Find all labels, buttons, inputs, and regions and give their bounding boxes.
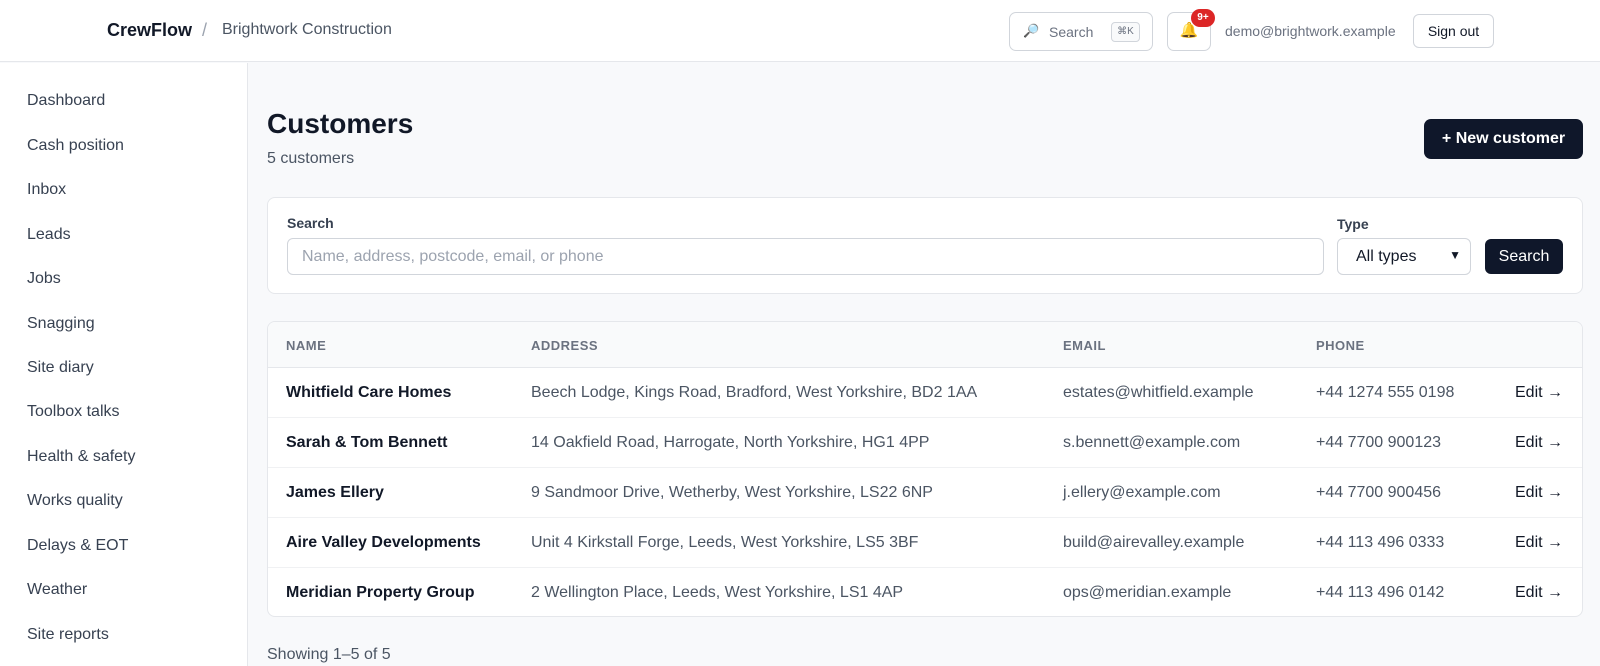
customer-address: 14 Oakfield Road, Harrogate, North Yorks… — [531, 434, 930, 451]
sidebar-item-inbox[interactable]: Inbox — [27, 181, 66, 199]
type-select-value: All types — [1356, 248, 1417, 265]
customer-email: estates@whitfield.example — [1063, 384, 1254, 401]
global-search-button[interactable]: 🔎 Search ⌘K — [1009, 12, 1153, 51]
customer-phone: +44 7700 900123 — [1316, 434, 1442, 451]
sidebar-item-toolbox-talks[interactable]: Toolbox talks — [27, 403, 120, 421]
top-bar: CrewFlow / Brightwork Construction 🔎 Sea… — [0, 0, 1600, 62]
customer-email: build@airevalley.example — [1063, 534, 1245, 551]
column-header-email[interactable]: EMAIL — [1063, 338, 1106, 353]
column-header-name[interactable]: NAME — [286, 338, 326, 353]
customer-email: s.bennett@example.com — [1063, 434, 1241, 451]
search-input[interactable] — [287, 238, 1324, 275]
organization-name: Brightwork Construction — [222, 21, 392, 38]
sidebar-item-delays-eot[interactable]: Delays & EOT — [27, 537, 128, 555]
customer-email: j.ellery@example.com — [1063, 484, 1221, 501]
customer-name[interactable]: Sarah & Tom Bennett — [286, 434, 448, 452]
customer-address: Unit 4 Kirkstall Forge, Leeds, West York… — [531, 534, 919, 551]
sidebar-item-leads[interactable]: Leads — [27, 226, 71, 244]
edit-customer-link[interactable]: Edit → — [1515, 384, 1563, 402]
user-email: demo@brightwork.example — [1225, 23, 1396, 39]
type-select[interactable]: All types ▼ — [1337, 238, 1471, 275]
sidebar-item-cash-position[interactable]: Cash position — [27, 137, 124, 155]
customer-email: ops@meridian.example — [1063, 584, 1232, 601]
search-icon: 🔎 — [1023, 23, 1040, 38]
table-row[interactable]: Whitfield Care Homes Beech Lodge, Kings … — [268, 368, 1582, 418]
edit-customer-link[interactable]: Edit → — [1515, 434, 1563, 452]
pagination-summary: Showing 1–5 of 5 — [267, 646, 391, 663]
sidebar-item-jobs[interactable]: Jobs — [27, 270, 61, 288]
sign-out-button[interactable]: Sign out — [1413, 14, 1494, 48]
customer-phone: +44 113 496 0333 — [1316, 534, 1445, 551]
new-customer-button[interactable]: + New customer — [1424, 119, 1583, 159]
notifications-badge: 9+ — [1191, 9, 1215, 27]
customer-name[interactable]: Aire Valley Developments — [286, 534, 481, 552]
customer-phone: +44 113 496 0142 — [1316, 584, 1445, 601]
sidebar-item-works-quality[interactable]: Works quality — [27, 492, 123, 510]
table-row[interactable]: James Ellery 9 Sandmoor Drive, Wetherby,… — [268, 468, 1582, 518]
search-field-label: Search — [287, 215, 334, 231]
customer-phone: +44 7700 900456 — [1316, 484, 1442, 501]
global-search-label: Search — [1049, 24, 1094, 40]
table-row[interactable]: Sarah & Tom Bennett 14 Oakfield Road, Ha… — [268, 418, 1582, 468]
customer-name[interactable]: Meridian Property Group — [286, 584, 474, 602]
chevron-down-icon: ▼ — [1449, 248, 1461, 262]
customer-address: 9 Sandmoor Drive, Wetherby, West Yorkshi… — [531, 484, 933, 501]
page-title: Customers — [267, 108, 414, 139]
customer-name[interactable]: James Ellery — [286, 484, 384, 502]
sidebar-item-site-diary[interactable]: Site diary — [27, 359, 94, 377]
search-shortcut-hint: ⌘K — [1111, 22, 1140, 42]
customer-phone: +44 1274 555 0198 — [1316, 384, 1455, 401]
sidebar-item-weather[interactable]: Weather — [27, 581, 87, 599]
table-row[interactable]: Aire Valley Developments Unit 4 Kirkstal… — [268, 518, 1582, 568]
brand-logo[interactable]: CrewFlow — [107, 20, 192, 41]
sidebar-item-dashboard[interactable]: Dashboard — [27, 92, 105, 110]
breadcrumb-separator: / — [202, 20, 208, 40]
filter-panel: Search Type All types ▼ Search — [267, 197, 1583, 294]
column-header-phone[interactable]: PHONE — [1316, 338, 1365, 353]
sidebar-item-snagging[interactable]: Snagging — [27, 315, 95, 333]
table-header: NAME ADDRESS EMAIL PHONE — [268, 322, 1582, 368]
customer-name[interactable]: Whitfield Care Homes — [286, 384, 451, 402]
sidebar-item-site-reports[interactable]: Site reports — [27, 626, 109, 644]
type-field-label: Type — [1337, 216, 1369, 232]
table-row[interactable]: Meridian Property Group 2 Wellington Pla… — [268, 568, 1582, 616]
edit-customer-link[interactable]: Edit → — [1515, 534, 1563, 552]
customer-count: 5 customers — [267, 150, 355, 167]
customers-table: NAME ADDRESS EMAIL PHONE Whitfield Care … — [267, 321, 1583, 617]
search-submit-button[interactable]: Search — [1485, 239, 1563, 274]
edit-customer-link[interactable]: Edit → — [1515, 484, 1563, 502]
sidebar-item-health-safety[interactable]: Health & safety — [27, 448, 136, 466]
edit-customer-link[interactable]: Edit → — [1515, 584, 1563, 602]
column-header-address[interactable]: ADDRESS — [531, 338, 598, 353]
customer-address: 2 Wellington Place, Leeds, West Yorkshir… — [531, 584, 904, 601]
sidebar: Dashboard Cash position Inbox Leads Jobs… — [0, 63, 248, 666]
customer-address: Beech Lodge, Kings Road, Bradford, West … — [531, 384, 978, 401]
